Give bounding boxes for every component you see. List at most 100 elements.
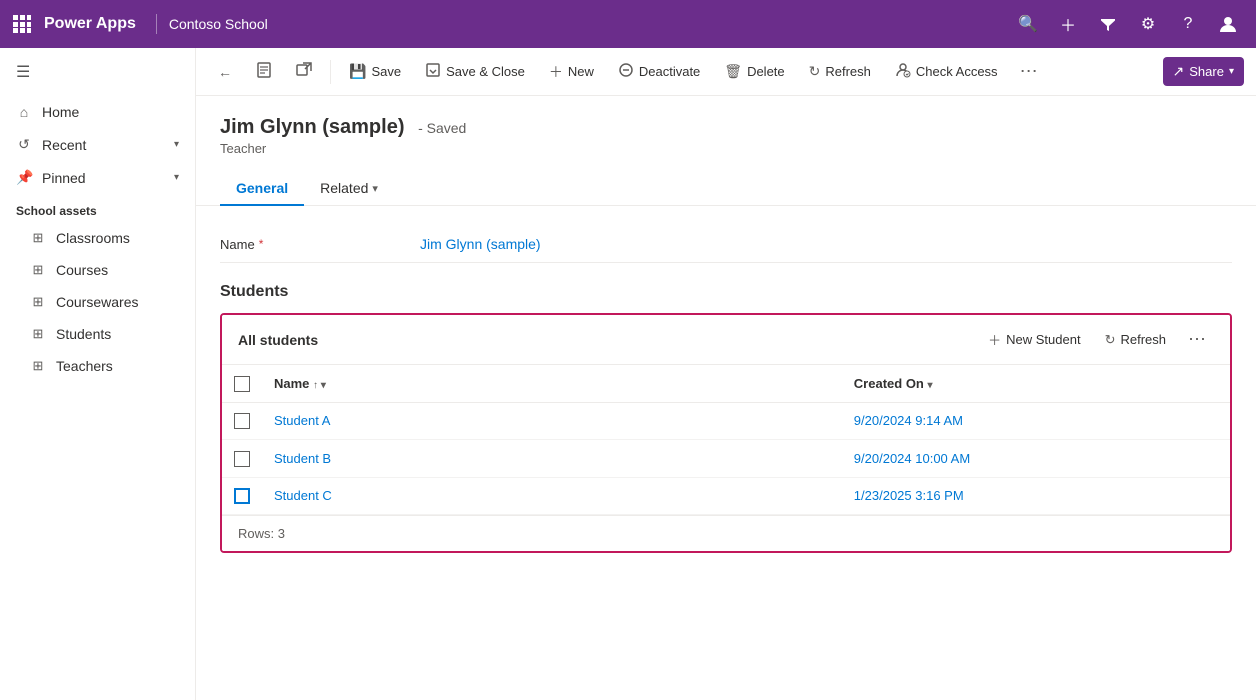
sidebar-sub-label: Students <box>56 326 111 342</box>
notes-button[interactable] <box>246 56 282 87</box>
tenant-name: Contoso School <box>169 16 1012 32</box>
students-subgrid: All students ＋ New Student ↻ Refresh ⋯ <box>220 313 1232 553</box>
tabs: General Related ▾ <box>196 164 1256 206</box>
name-label: Name * <box>220 237 420 252</box>
student-name-cell[interactable]: Student C <box>262 477 842 515</box>
filter-icon[interactable] <box>1092 8 1124 40</box>
recent-icon: ↺ <box>16 136 32 153</box>
save-close-icon <box>425 62 441 81</box>
back-button[interactable]: ← <box>208 58 242 86</box>
row-checkbox[interactable] <box>234 488 250 504</box>
record-header: Jim Glynn (sample) - Saved Teacher <box>196 96 1256 156</box>
tab-general[interactable]: General <box>220 172 304 206</box>
sidebar-sub-label: Teachers <box>56 358 113 374</box>
main-layout: ☰ ⌂ Home ↺ Recent ▾ 📌 Pinned ▾ School as… <box>0 48 1256 700</box>
share-button[interactable]: ↗ Share ▾ <box>1163 57 1244 86</box>
notes-icon <box>256 62 272 81</box>
check-access-icon <box>895 62 911 81</box>
nav-divider <box>156 14 157 34</box>
sidebar-section-title: School assets <box>0 194 195 222</box>
hamburger-menu[interactable]: ☰ <box>0 48 195 96</box>
saved-badge: - Saved <box>418 120 466 136</box>
save-button[interactable]: 💾 Save <box>339 57 411 86</box>
select-all-header[interactable] <box>222 365 262 402</box>
sidebar-item-coursewares[interactable]: ⊞ Coursewares <box>0 286 195 318</box>
new-student-button[interactable]: ＋ New Student <box>978 325 1090 354</box>
subgrid-actions: ＋ New Student ↻ Refresh ⋯ <box>978 325 1214 354</box>
record-subtitle: Teacher <box>220 141 1232 156</box>
add-icon[interactable]: ＋ <box>1052 8 1084 40</box>
row-select-cell[interactable] <box>222 477 262 515</box>
related-chevron-icon: ▾ <box>372 182 378 195</box>
form-section: Name * Jim Glynn (sample) <box>196 206 1256 283</box>
delete-button[interactable]: 🗑 Delete <box>714 57 794 86</box>
new-window-icon <box>296 62 312 81</box>
teachers-icon: ⊞ <box>30 358 46 374</box>
chevron-down-icon: ▾ <box>174 139 179 150</box>
sidebar-item-label: Pinned <box>42 170 164 186</box>
content-area: ← 💾 Save Save & Close <box>196 48 1256 700</box>
student-created-cell: 1/23/2025 3:16 PM <box>842 477 1230 515</box>
row-checkbox[interactable] <box>234 451 250 467</box>
top-nav: Power Apps Contoso School 🔍 ＋ ⚙ ? <box>0 0 1256 48</box>
student-name-cell[interactable]: Student B <box>262 440 842 478</box>
app-name: Power Apps <box>44 15 136 33</box>
toolbar: ← 💾 Save Save & Close <box>196 48 1256 96</box>
row-select-cell[interactable] <box>222 402 262 440</box>
sidebar-item-label: Recent <box>42 137 164 153</box>
new-button[interactable]: ＋ New <box>539 56 604 88</box>
app-grid-icon[interactable] <box>12 14 32 34</box>
subgrid-header: All students ＋ New Student ↻ Refresh ⋯ <box>222 315 1230 365</box>
subgrid-refresh-button[interactable]: ↻ Refresh <box>1095 327 1176 353</box>
sidebar: ☰ ⌂ Home ↺ Recent ▾ 📌 Pinned ▾ School as… <box>0 48 196 700</box>
created-date: 9/20/2024 10:00 AM <box>854 451 970 466</box>
name-column-header[interactable]: Name ↑ ▾ <box>262 365 842 402</box>
sidebar-item-students[interactable]: ⊞ Students <box>0 318 195 350</box>
form-content: Jim Glynn (sample) - Saved Teacher Gener… <box>196 96 1256 700</box>
search-icon[interactable]: 🔍 <box>1012 8 1044 40</box>
student-created-cell: 9/20/2024 10:00 AM <box>842 440 1230 478</box>
sidebar-item-classrooms[interactable]: ⊞ Classrooms <box>0 222 195 254</box>
new-window-button[interactable] <box>286 56 322 87</box>
row-checkbox[interactable] <box>234 413 250 429</box>
table-row: Student A 9/20/2024 9:14 AM <box>222 402 1230 440</box>
table-row: Student C 1/23/2025 3:16 PM <box>222 477 1230 515</box>
student-name-cell[interactable]: Student A <box>262 402 842 440</box>
students-section-title: Students <box>220 283 1232 301</box>
sidebar-item-courses[interactable]: ⊞ Courses <box>0 254 195 286</box>
delete-icon: 🗑 <box>724 63 742 80</box>
name-value[interactable]: Jim Glynn (sample) <box>420 236 1232 252</box>
sidebar-item-teachers[interactable]: ⊞ Teachers <box>0 350 195 382</box>
settings-icon[interactable]: ⚙ <box>1132 8 1164 40</box>
chevron-down-icon: ▾ <box>174 172 179 183</box>
table-row: Student B 9/20/2024 10:00 AM <box>222 440 1230 478</box>
select-all-checkbox[interactable] <box>234 376 250 392</box>
row-select-cell[interactable] <box>222 440 262 478</box>
sidebar-item-recent[interactable]: ↺ Recent ▾ <box>0 128 195 161</box>
profile-icon[interactable] <box>1212 8 1244 40</box>
refresh-icon: ↻ <box>809 63 821 80</box>
tab-related[interactable]: Related ▾ <box>304 172 394 206</box>
classrooms-icon: ⊞ <box>30 230 46 246</box>
sidebar-item-home[interactable]: ⌂ Home <box>0 96 195 128</box>
top-nav-icons: 🔍 ＋ ⚙ ? <box>1012 8 1244 40</box>
sidebar-sub-label: Courses <box>56 262 108 278</box>
sidebar-item-pinned[interactable]: 📌 Pinned ▾ <box>0 161 195 194</box>
save-icon: 💾 <box>349 63 366 80</box>
refresh-button[interactable]: ↻ Refresh <box>799 57 881 86</box>
check-access-button[interactable]: Check Access <box>885 56 1008 87</box>
more-options-button[interactable]: ⋯ <box>1012 57 1046 86</box>
subgrid-more-button[interactable]: ⋯ <box>1180 325 1214 354</box>
name-sort-icon: ↑ ▾ <box>313 380 326 391</box>
save-close-button[interactable]: Save & Close <box>415 56 535 87</box>
rows-count: Rows: 3 <box>238 526 285 541</box>
deactivate-button[interactable]: Deactivate <box>608 56 710 87</box>
created-date: 9/20/2024 9:14 AM <box>854 413 963 428</box>
help-icon[interactable]: ? <box>1172 8 1204 40</box>
deactivate-icon <box>618 62 634 81</box>
subgrid-footer: Rows: 3 <box>222 515 1230 551</box>
student-created-cell: 9/20/2024 9:14 AM <box>842 402 1230 440</box>
share-chevron-icon: ▾ <box>1229 66 1234 77</box>
students-section: Students All students ＋ New Student ↻ <box>196 283 1256 573</box>
created-on-column-header[interactable]: Created On ▾ <box>842 365 1230 402</box>
